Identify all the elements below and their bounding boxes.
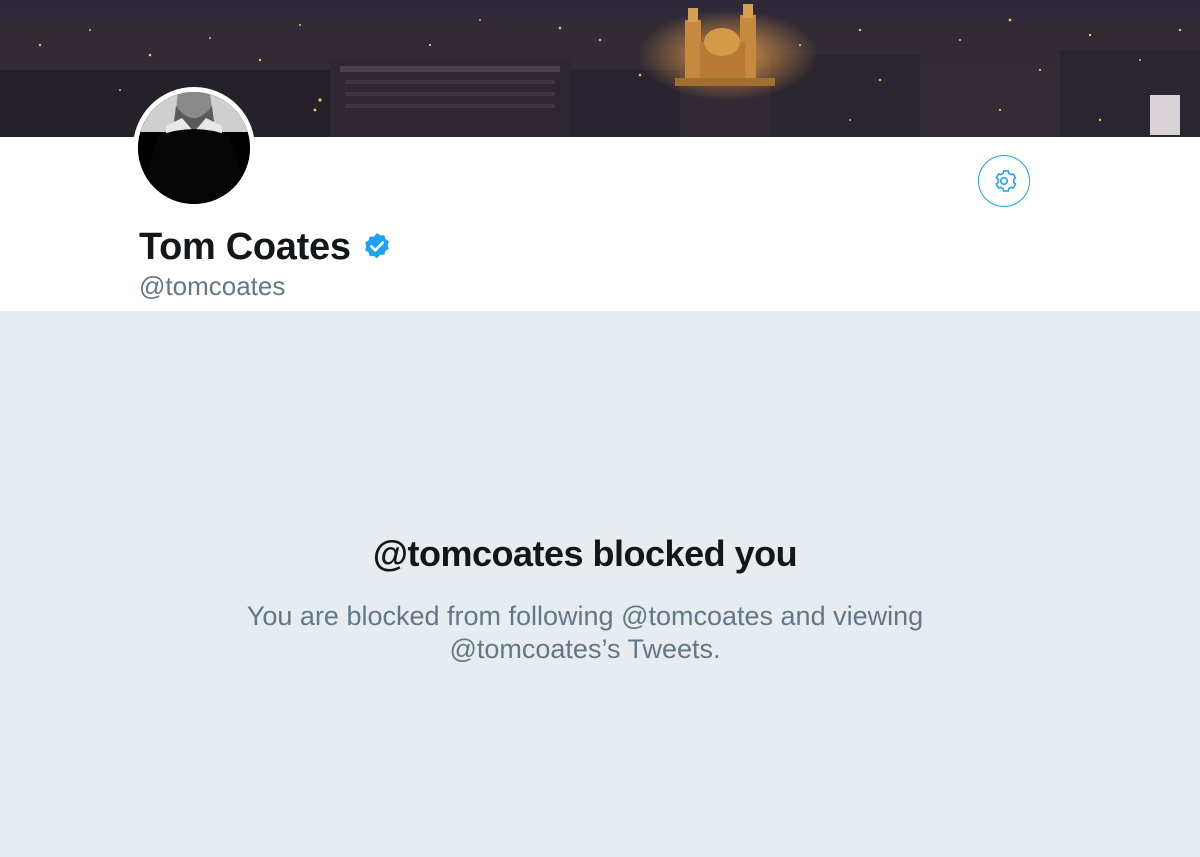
avatar[interactable] [133,87,255,209]
settings-button[interactable] [978,155,1030,207]
display-name: Tom Coates [139,225,351,268]
gear-icon [995,170,1017,192]
avatar-image [138,92,250,204]
verified-badge-icon [364,233,389,259]
blocked-description: You are blocked from following @tomcoate… [246,601,924,664]
profile-handle: @tomcoates [139,271,286,301]
blocked-message-area: @tomcoates blocked you You are blocked f… [0,311,1200,857]
display-name-row: Tom Coates [139,225,393,269]
blocked-title: @tomcoates blocked you [372,533,798,574]
